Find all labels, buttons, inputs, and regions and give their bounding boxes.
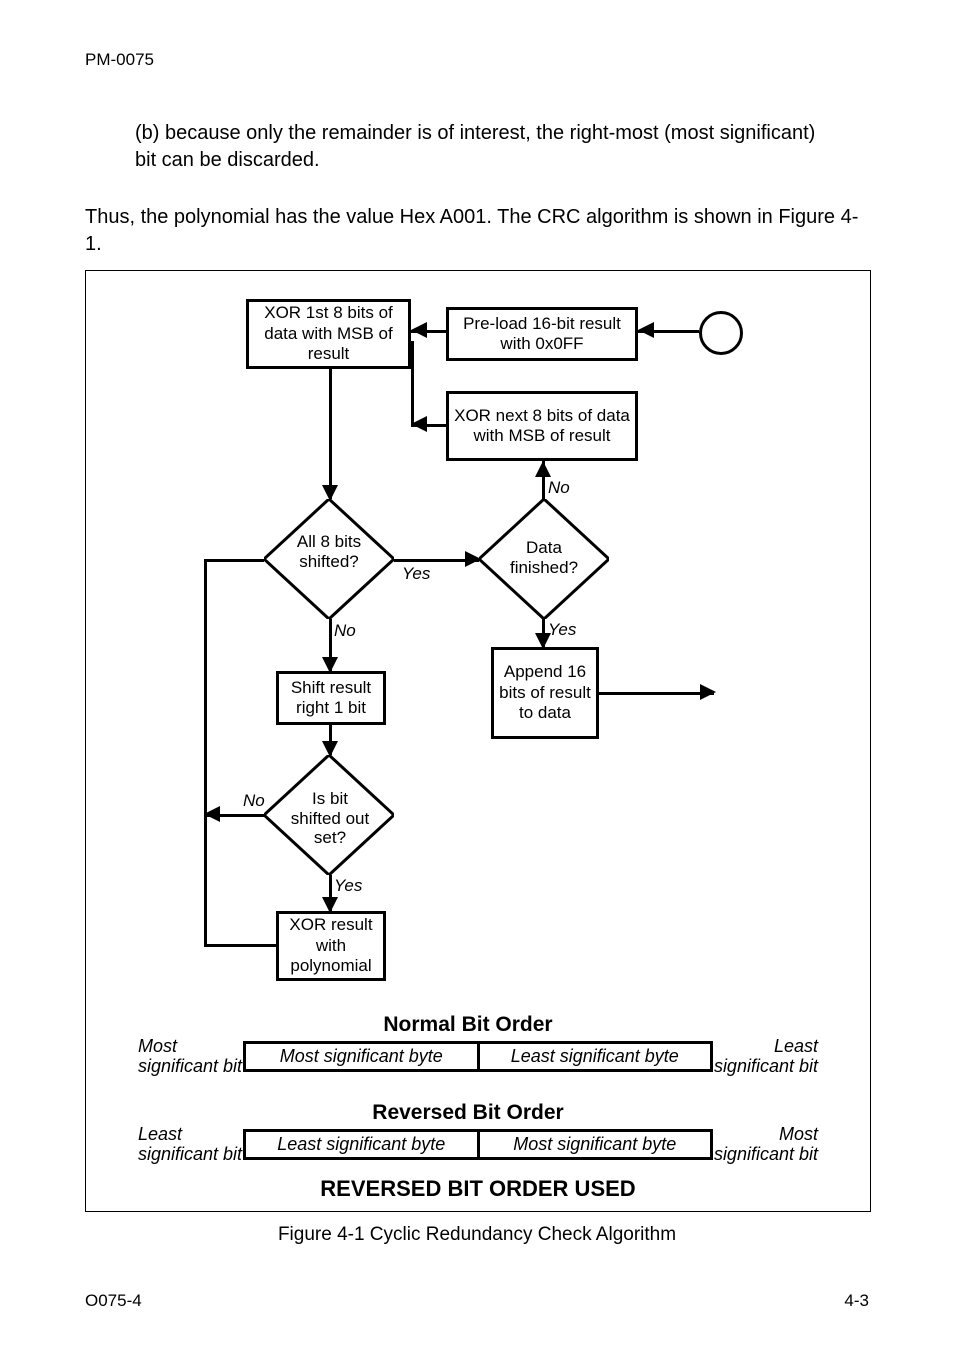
box-xor-first: XOR 1st 8 bits of data with MSB of resul… <box>246 299 411 369</box>
arrow-icon <box>535 461 551 477</box>
diamond-all8-label: All 8 bits shifted? <box>286 532 372 571</box>
diamond-isbit-label: Is bit shifted out set? <box>290 789 370 848</box>
label-lsb-bit: Least significant bit <box>138 1125 243 1165</box>
footer-right: 4-3 <box>844 1291 869 1311</box>
normal-title: Normal Bit Order <box>253 1013 683 1037</box>
arrow-icon <box>322 485 338 501</box>
page-footer: O075-4 4-3 <box>85 1291 869 1311</box>
para-main: Thus, the polynomial has the value Hex A… <box>85 204 869 258</box>
arrow-icon <box>411 322 427 338</box>
label-yes: Yes <box>548 620 576 640</box>
box-xor-poly: XOR result with polynomial <box>276 911 386 981</box>
reversed-title: Reversed Bit Order <box>253 1101 683 1125</box>
label-msb-bit: Most significant bit <box>713 1125 818 1165</box>
box-msb-byte: Most significant byte <box>243 1041 480 1072</box>
box-append: Append 16 bits of result to data <box>491 647 599 739</box>
reversed-bit-order: Reversed Bit Order Least significant bit… <box>138 1101 818 1165</box>
diamond-datafin-label: Data finished? <box>504 538 584 577</box>
arrow-icon <box>322 897 338 913</box>
arrow-icon <box>638 322 654 338</box>
box-preload: Pre-load 16-bit result with 0x0FF <box>446 307 638 361</box>
label-yes: Yes <box>334 876 362 896</box>
label-no: No <box>334 621 356 641</box>
page-header: PM-0075 <box>85 50 869 70</box>
arrow-icon <box>322 741 338 757</box>
label-no: No <box>243 791 265 811</box>
arrow-icon <box>465 551 481 567</box>
footer-left: O075-4 <box>85 1291 142 1311</box>
box-shift: Shift result right 1 bit <box>276 671 386 725</box>
box-xor-next: XOR next 8 bits of data with MSB of resu… <box>446 391 638 461</box>
figure-caption: Figure 4-1 Cyclic Redundancy Check Algor… <box>85 1224 869 1246</box>
start-circle <box>699 311 743 355</box>
reversed-used: REVERSED BIT ORDER USED <box>86 1176 870 1202</box>
arrow-icon <box>322 657 338 673</box>
para-b: (b) because only the remainder is of int… <box>135 120 819 174</box>
arrow-icon <box>700 684 716 700</box>
label-yes: Yes <box>402 564 430 584</box>
box-lsb-byte: Least significant byte <box>480 1041 714 1072</box>
box-lsb-byte: Least significant byte <box>243 1129 480 1160</box>
label-lsb-bit: Least significant bit <box>713 1037 818 1077</box>
label-no: No <box>548 478 570 498</box>
normal-bit-order: Normal Bit Order Most significant bit Mo… <box>138 1013 818 1077</box>
box-msb-byte: Most significant byte <box>480 1129 714 1160</box>
label-msb-bit: Most significant bit <box>138 1037 243 1077</box>
figure-frame: Pre-load 16-bit result with 0x0FF XOR 1s… <box>85 270 871 1212</box>
